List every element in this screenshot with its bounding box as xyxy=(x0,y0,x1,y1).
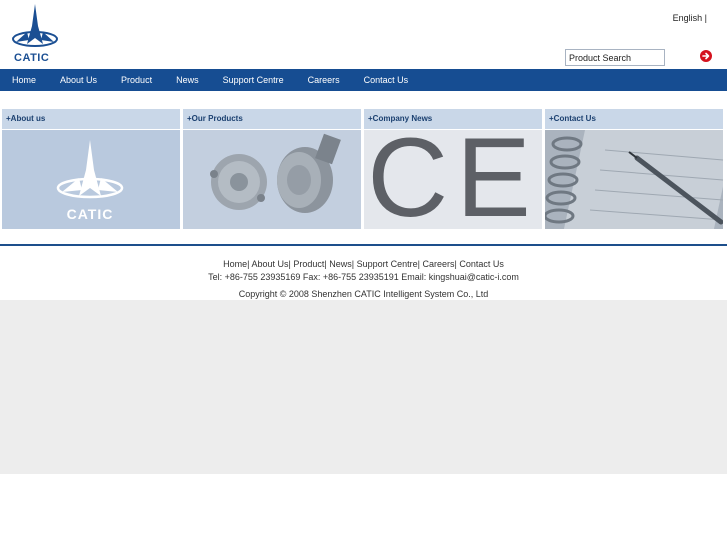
panel-image-our-products[interactable] xyxy=(183,130,361,229)
footer-link-support-centre[interactable]: Support Centre| xyxy=(357,259,420,269)
panel-image-contact-us[interactable] xyxy=(545,130,723,229)
nav-item-contact-us[interactable]: Contact Us xyxy=(364,75,409,85)
footer-contact-info: Tel: +86-755 23935169 Fax: +86-755 23935… xyxy=(208,272,519,282)
footer-link-contact-us[interactable]: Contact Us xyxy=(459,259,504,269)
footer-link-about-us[interactable]: About Us| xyxy=(251,259,290,269)
header: CATIC English | xyxy=(0,0,727,69)
nav-item-product[interactable]: Product xyxy=(121,75,152,85)
panel-our-products: +Our Products xyxy=(183,109,361,229)
logo-wordmark: CATIC xyxy=(14,52,50,64)
footer-link-product[interactable]: Product| xyxy=(293,259,326,269)
panel-title-company-news[interactable]: +Company News xyxy=(364,109,542,129)
catic-emblem-icon xyxy=(12,4,58,47)
footer-link-news[interactable]: News| xyxy=(329,259,354,269)
arrow-right-circle-icon xyxy=(702,52,710,60)
footer-link-home[interactable]: Home| xyxy=(223,259,249,269)
language-switch[interactable]: English | xyxy=(673,13,707,23)
page: CATIC English | Home About Us Product Ne… xyxy=(0,0,727,545)
panel-title-contact-us[interactable]: +Contact Us xyxy=(545,109,723,129)
footer-links: Home| About Us| Product| News| Support C… xyxy=(0,258,727,271)
nav-item-about-us[interactable]: About Us xyxy=(60,75,97,85)
search-go-button[interactable] xyxy=(700,50,712,62)
nav-item-support-centre[interactable]: Support Centre xyxy=(223,75,284,85)
ce-mark-image: CE xyxy=(367,130,539,229)
catic-emblem-large-icon: CATIC xyxy=(56,140,124,222)
panel-about-us: +About us CATIC xyxy=(2,109,180,229)
main-nav: Home About Us Product News Support Centr… xyxy=(0,69,727,91)
panel-title-our-products[interactable]: +Our Products xyxy=(183,109,361,129)
footer-link-careers[interactable]: Careers| xyxy=(422,259,456,269)
panel-image-about-us[interactable]: CATIC xyxy=(2,130,180,229)
nav-item-careers[interactable]: Careers xyxy=(308,75,340,85)
empty-content-area xyxy=(0,300,727,474)
footer-divider xyxy=(0,244,727,246)
panel-contact-us: +Contact Us xyxy=(545,109,723,229)
nav-item-home[interactable]: Home xyxy=(12,75,36,85)
notebook-and-pen-image xyxy=(545,130,723,229)
nav-item-news[interactable]: News xyxy=(176,75,199,85)
panel-logo-text: CATIC xyxy=(67,206,114,222)
panel-image-company-news[interactable]: CE xyxy=(364,130,542,229)
pressure-switch-devices-image xyxy=(210,133,341,213)
footer: Home| About Us| Product| News| Support C… xyxy=(0,258,727,301)
panel-company-news: +Company News CE xyxy=(364,109,542,229)
panel-title-about-us[interactable]: +About us xyxy=(2,109,180,129)
product-search-input[interactable] xyxy=(565,49,665,66)
